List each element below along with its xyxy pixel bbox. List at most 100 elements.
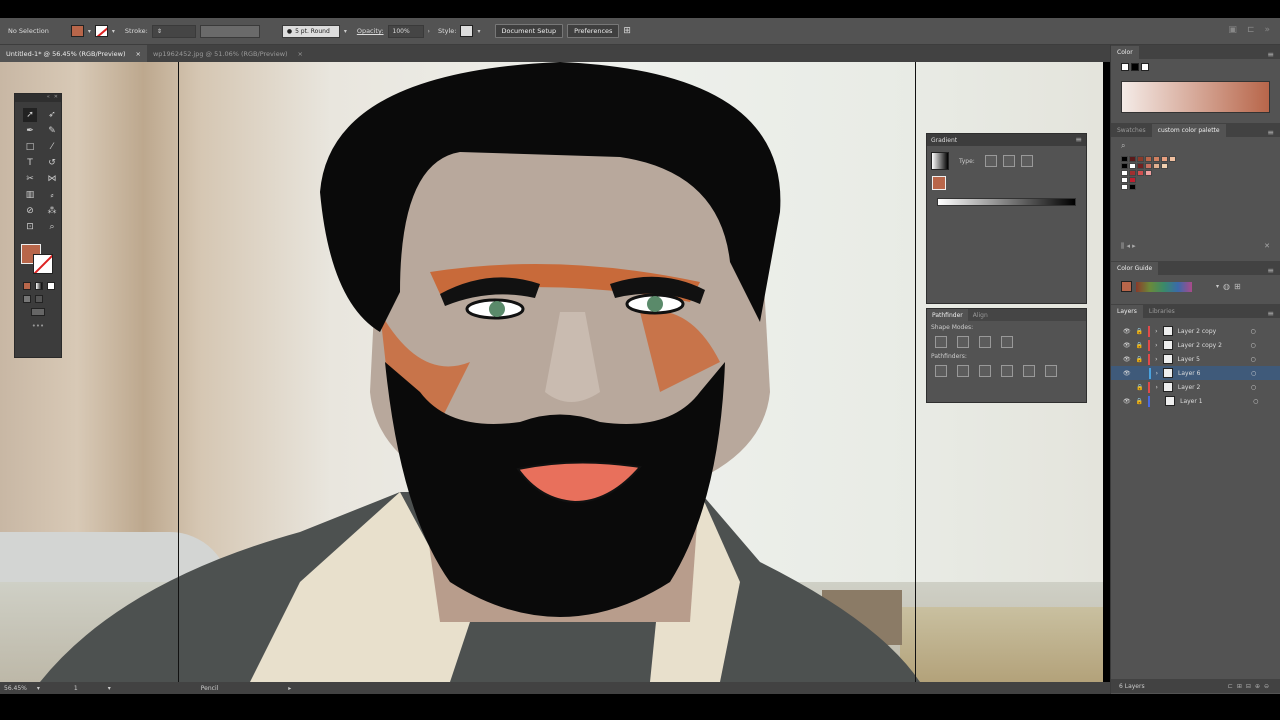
linear-gradient-icon[interactable] xyxy=(984,155,997,167)
minus-back-icon[interactable] xyxy=(1045,365,1057,377)
gradient-preview[interactable] xyxy=(931,152,949,170)
chevron-right-icon[interactable]: › xyxy=(1156,370,1158,377)
target-icon[interactable]: ○ xyxy=(1251,328,1256,335)
preferences-button[interactable]: Preferences xyxy=(567,24,620,38)
lock-icon[interactable]: 🔒 xyxy=(1136,328,1143,335)
lock-icon[interactable]: 🔒 xyxy=(1136,398,1143,405)
panel-toggle-icon[interactable]: ⊏ xyxy=(1247,25,1255,35)
stroke-color-chip[interactable] xyxy=(33,254,53,274)
lock-icon[interactable]: 🔒 xyxy=(1136,384,1143,391)
exclude-icon[interactable] xyxy=(1001,336,1013,348)
paintbrush-tool-icon[interactable]: ⁄ xyxy=(45,140,59,154)
lock-icon[interactable]: 🔒 xyxy=(1136,342,1143,349)
color-spectrum[interactable] xyxy=(1121,81,1270,113)
document-setup-button[interactable]: Document Setup xyxy=(494,24,564,38)
layer-row-layer-2-copy-2[interactable]: 👁 🔒 › Layer 2 copy 2 ○ xyxy=(1111,338,1280,352)
chevron-right-icon[interactable]: › xyxy=(1155,384,1157,391)
blend-tool-icon[interactable]: ⊘ xyxy=(23,204,37,218)
screen-mode-icon[interactable] xyxy=(31,308,45,316)
target-icon[interactable]: ○ xyxy=(1251,384,1256,391)
eye-icon[interactable]: 👁 xyxy=(1123,342,1131,349)
more-tools-icon[interactable]: ••• xyxy=(15,322,61,330)
panel-menu-icon[interactable]: ≡ xyxy=(1267,310,1274,318)
type-tool-icon[interactable]: T xyxy=(23,156,37,170)
chevron-right-icon[interactable]: › xyxy=(1155,328,1157,335)
zoom-tool-icon[interactable]: ⌕ xyxy=(45,220,59,234)
direct-selection-tool-icon[interactable]: ➶ xyxy=(45,108,59,122)
chevron-down-icon[interactable]: ▾ xyxy=(1216,283,1219,290)
freeform-gradient-icon[interactable] xyxy=(1020,155,1033,167)
chevron-right-icon[interactable]: › xyxy=(1155,356,1157,363)
rotate-tool-icon[interactable]: ↺ xyxy=(45,156,59,170)
chevron-right-icon[interactable]: › xyxy=(428,28,430,35)
chevron-right-icon[interactable]: ▸ xyxy=(288,685,291,692)
chevron-down-icon[interactable]: ▾ xyxy=(477,28,480,35)
none-mode-icon[interactable] xyxy=(47,282,55,290)
divide-icon[interactable] xyxy=(935,365,947,377)
pen-tool-icon[interactable]: ✒ xyxy=(23,124,37,138)
eyedropper-tool-icon[interactable]: ⸗ xyxy=(45,188,59,202)
chevron-right-icon[interactable]: › xyxy=(1155,342,1157,349)
panel-menu-icon[interactable]: ≡ xyxy=(1267,129,1274,137)
tab-layers[interactable]: Layers xyxy=(1111,305,1143,318)
tab-align[interactable]: Align xyxy=(968,309,993,321)
stroke-weight-field[interactable]: ⇕ xyxy=(151,24,196,38)
layer-row-layer-6[interactable]: 👁 › Layer 6 ○ xyxy=(1111,366,1280,380)
target-icon[interactable]: ○ xyxy=(1253,398,1258,405)
opacity-label[interactable]: Opacity: xyxy=(357,27,384,35)
style-swatch[interactable] xyxy=(460,25,474,37)
color-wheel-icon[interactable]: ◍ xyxy=(1223,282,1230,291)
crop-icon[interactable] xyxy=(1001,365,1013,377)
chevron-double-right-icon[interactable]: » xyxy=(1264,25,1270,35)
gradient-slider[interactable] xyxy=(937,198,1076,206)
search-icon[interactable]: ⌕ xyxy=(1111,137,1280,155)
scissors-tool-icon[interactable]: ✂ xyxy=(23,172,37,186)
panel-menu-icon[interactable]: ≡ xyxy=(1267,267,1274,275)
trim-icon[interactable] xyxy=(957,365,969,377)
minus-front-icon[interactable] xyxy=(957,336,969,348)
eye-icon[interactable]: 👁 xyxy=(1123,356,1131,363)
target-icon[interactable]: ○ xyxy=(1251,342,1256,349)
merge-icon[interactable] xyxy=(979,365,991,377)
layer-row-layer-1[interactable]: 👁 🔒 Layer 1 ○ xyxy=(1111,394,1280,408)
black-color-icon[interactable] xyxy=(1131,63,1139,71)
white-color-icon[interactable] xyxy=(1141,63,1149,71)
panel-menu-icon[interactable]: ≡ xyxy=(1267,51,1274,59)
gradient-fill-chip[interactable] xyxy=(932,176,946,190)
eye-icon[interactable]: 👁 xyxy=(1123,328,1131,335)
chevron-down-icon[interactable]: ▾ xyxy=(88,28,91,35)
outline-icon[interactable] xyxy=(1023,365,1035,377)
tab-color[interactable]: Color xyxy=(1111,46,1139,59)
opacity-field[interactable]: 100% xyxy=(387,24,424,38)
collapse-icon[interactable]: « xyxy=(47,94,50,102)
artboard-tool-icon[interactable]: ⊡ xyxy=(23,220,37,234)
tab-libraries[interactable]: Libraries xyxy=(1143,305,1181,318)
panel-menu-icon[interactable]: ≡ xyxy=(1075,136,1082,144)
fill-swatch[interactable] xyxy=(70,25,84,37)
chevron-down-icon[interactable]: ▾ xyxy=(108,685,111,692)
draw-inside-icon[interactable] xyxy=(35,295,43,303)
rectangle-tool-icon[interactable]: □ xyxy=(23,140,37,154)
save-group-icon[interactable]: ⊞ xyxy=(1234,282,1241,291)
stroke-swatch[interactable] xyxy=(94,25,108,37)
close-icon[interactable]: ✕ xyxy=(54,94,58,102)
swatch-libraries-icon[interactable]: ⫼ ◂ ▸ xyxy=(1121,242,1136,251)
color-mode-icon[interactable] xyxy=(23,282,31,290)
chevron-down-icon[interactable]: ▾ xyxy=(344,28,347,35)
tab-untitled-1[interactable]: Untitled-1* @ 56.45% (RGB/Preview) × xyxy=(0,45,147,62)
symbol-sprayer-tool-icon[interactable]: ⁂ xyxy=(45,204,59,218)
none-color-icon[interactable] xyxy=(1121,63,1129,71)
chevron-down-icon[interactable]: ▾ xyxy=(112,28,115,35)
width-tool-icon[interactable]: ⋈ xyxy=(45,172,59,186)
layer-row-layer-2[interactable]: 🔒 › Layer 2 ○ xyxy=(1111,380,1280,394)
eye-icon[interactable]: 👁 xyxy=(1123,398,1131,405)
arrange-icon[interactable]: ⊞ xyxy=(623,26,631,36)
tab-custom-color-palette[interactable]: custom color palette xyxy=(1151,124,1226,137)
curvature-tool-icon[interactable]: ✎ xyxy=(45,124,59,138)
target-icon[interactable]: ○ xyxy=(1251,356,1256,363)
tab-color-guide[interactable]: Color Guide xyxy=(1111,262,1159,275)
brush-dropdown[interactable]: ● 5 pt. Round xyxy=(281,24,340,38)
close-icon[interactable]: × xyxy=(298,50,303,58)
target-icon[interactable]: ○ xyxy=(1251,370,1256,377)
selection-tool-icon[interactable]: ➚ xyxy=(23,108,37,122)
